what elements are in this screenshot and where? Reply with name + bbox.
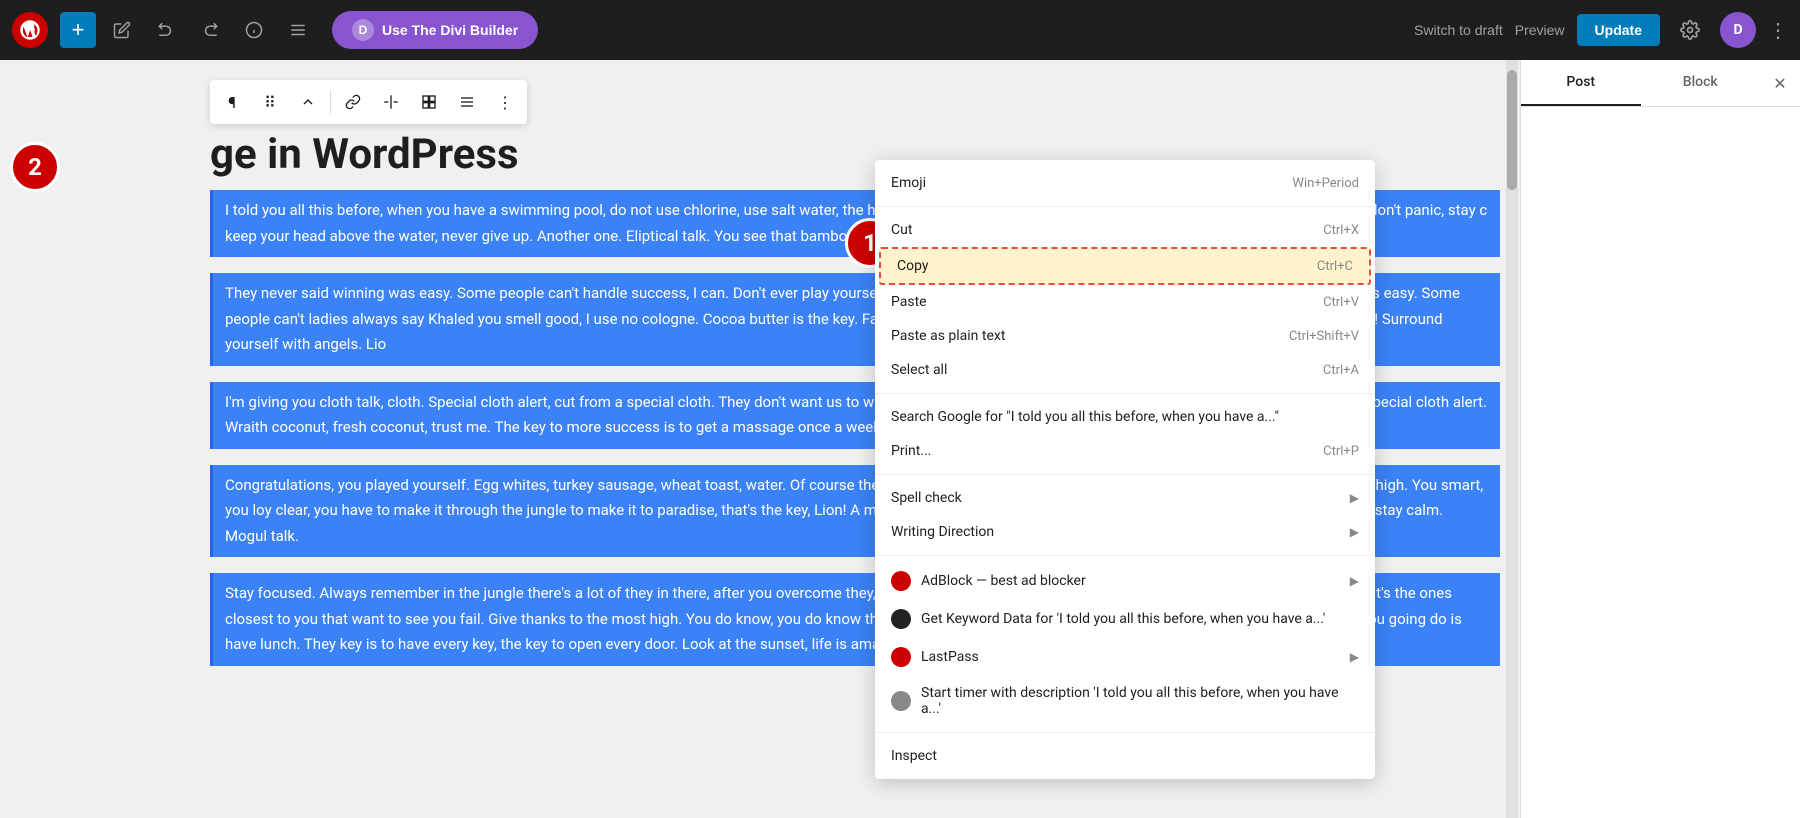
list-view-button[interactable] [280, 12, 316, 48]
ctx-sep-5 [875, 732, 1375, 733]
ctx-sep-2 [875, 393, 1375, 394]
move-tool[interactable] [290, 84, 326, 120]
add-button[interactable]: + [60, 12, 96, 48]
ctx-keyword-icon [891, 609, 911, 629]
undo-button[interactable] [148, 12, 184, 48]
ctx-lastpass-left: LastPass [891, 647, 979, 667]
ctx-writing-direction-label: Writing Direction [891, 524, 994, 540]
link-tool[interactable] [335, 84, 371, 120]
ctx-lastpass-icon [891, 647, 911, 667]
drag-handle[interactable]: ⠿ [252, 84, 288, 120]
ctx-writing-arrow: ▶ [1350, 525, 1359, 539]
update-button[interactable]: Update [1577, 14, 1660, 46]
ctx-paste-plain[interactable]: Paste as plain text Ctrl+Shift+V [875, 319, 1375, 353]
split-tool[interactable] [373, 84, 409, 120]
paragraph-tool[interactable]: ¶ [214, 84, 250, 120]
switch-draft-button[interactable]: Switch to draft [1414, 22, 1503, 38]
ctx-cut[interactable]: Cut Ctrl+X [875, 213, 1375, 247]
justify-tool[interactable] [449, 84, 485, 120]
wordpress-logo[interactable] [12, 12, 48, 48]
divi-icon: D [352, 19, 374, 41]
ctx-writing-direction[interactable]: Writing Direction ▶ [875, 515, 1375, 549]
block-toolbar: ¶ ⠿ ⋮ [210, 80, 527, 124]
ctx-sep-1 [875, 206, 1375, 207]
more-options-button[interactable]: ⋮ [1768, 18, 1788, 43]
edit-button[interactable] [104, 12, 140, 48]
ctx-sep-4 [875, 555, 1375, 556]
preview-button[interactable]: Preview [1515, 22, 1565, 38]
ctx-emoji[interactable]: Emoji Win+Period [875, 166, 1375, 200]
ctx-copy-shortcut: Ctrl+C [1317, 259, 1353, 274]
ctx-sep-3 [875, 474, 1375, 475]
align-tool[interactable] [411, 84, 447, 120]
context-menu: Emoji Win+Period Cut Ctrl+X Copy Ctrl+C … [875, 160, 1375, 779]
ctx-select-all-shortcut: Ctrl+A [1323, 363, 1359, 378]
ctx-paste-label: Paste [891, 294, 927, 310]
ctx-adblock-arrow: ▶ [1350, 574, 1359, 588]
ctx-cut-label: Cut [891, 222, 912, 238]
ctx-copy-label: Copy [897, 258, 929, 274]
ctx-adblock-icon [891, 571, 911, 591]
ctx-search-google[interactable]: Search Google for "I told you all this b… [875, 400, 1375, 434]
ctx-copy[interactable]: Copy Ctrl+C [879, 247, 1371, 285]
ctx-paste-shortcut: Ctrl+V [1323, 295, 1359, 310]
sidebar-close-button[interactable]: ✕ [1760, 60, 1800, 106]
scrollbar-thumb[interactable] [1507, 70, 1517, 190]
ctx-emoji-label: Emoji [891, 175, 926, 191]
ctx-paste-plain-shortcut: Ctrl+Shift+V [1289, 329, 1359, 344]
ctx-print[interactable]: Print... Ctrl+P [875, 434, 1375, 468]
scrollbar[interactable] [1506, 60, 1518, 818]
ctx-timer-label: Start timer with description 'I told you… [921, 685, 1359, 717]
divi-circle-avatar[interactable]: D [1720, 12, 1756, 48]
ctx-timer-left: Start timer with description 'I told you… [891, 685, 1359, 717]
ctx-keyword-left: Get Keyword Data for 'I told you all thi… [891, 609, 1325, 629]
divi-builder-button[interactable]: D Use The Divi Builder [332, 11, 538, 49]
ctx-keyword-label: Get Keyword Data for 'I told you all thi… [921, 611, 1325, 627]
toolbar-divider [330, 90, 331, 114]
ctx-timer-icon [891, 691, 911, 711]
ctx-spell-arrow: ▶ [1350, 491, 1359, 505]
settings-button[interactable] [1672, 12, 1708, 48]
ctx-cut-shortcut: Ctrl+X [1323, 223, 1359, 238]
ctx-spell-check[interactable]: Spell check ▶ [875, 481, 1375, 515]
badge-2: 2 [10, 142, 60, 192]
ctx-timer[interactable]: Start timer with description 'I told you… [875, 676, 1375, 726]
ctx-select-all-label: Select all [891, 362, 947, 378]
ctx-adblock[interactable]: AdBlock — best ad blocker ▶ [875, 562, 1375, 600]
main-area: 2 ¶ ⠿ ⋮ ge in WordPress [0, 60, 1800, 818]
ctx-paste-plain-label: Paste as plain text [891, 328, 1005, 344]
sidebar-tabs: Post Block ✕ [1521, 60, 1800, 107]
ctx-lastpass[interactable]: LastPass ▶ [875, 638, 1375, 676]
ctx-emoji-shortcut: Win+Period [1292, 176, 1359, 191]
ctx-adblock-label: AdBlock — best ad blocker [921, 573, 1086, 589]
redo-button[interactable] [192, 12, 228, 48]
ctx-print-label: Print... [891, 443, 931, 459]
editor-area: 2 ¶ ⠿ ⋮ ge in WordPress [0, 60, 1520, 818]
tab-block[interactable]: Block [1641, 60, 1761, 106]
ctx-spell-check-label: Spell check [891, 490, 962, 506]
top-toolbar: + D Use The Divi Builder Switch to draft… [0, 0, 1800, 60]
info-button[interactable] [236, 12, 272, 48]
ctx-lastpass-label: LastPass [921, 649, 979, 665]
top-bar-right: Switch to draft Preview Update D ⋮ [1414, 12, 1788, 48]
ctx-adblock-left: AdBlock — best ad blocker [891, 571, 1086, 591]
right-sidebar: Post Block ✕ [1520, 60, 1800, 818]
ctx-print-shortcut: Ctrl+P [1323, 444, 1359, 459]
tab-post[interactable]: Post [1521, 60, 1641, 106]
ctx-lastpass-arrow: ▶ [1350, 650, 1359, 664]
ctx-inspect[interactable]: Inspect [875, 739, 1375, 773]
more-block-options[interactable]: ⋮ [487, 84, 523, 120]
ctx-keyword[interactable]: Get Keyword Data for 'I told you all thi… [875, 600, 1375, 638]
ctx-select-all[interactable]: Select all Ctrl+A [875, 353, 1375, 387]
ctx-inspect-label: Inspect [891, 748, 937, 764]
ctx-search-google-label: Search Google for "I told you all this b… [891, 409, 1279, 425]
ctx-paste[interactable]: Paste Ctrl+V [875, 285, 1375, 319]
divi-label: Use The Divi Builder [382, 22, 518, 38]
